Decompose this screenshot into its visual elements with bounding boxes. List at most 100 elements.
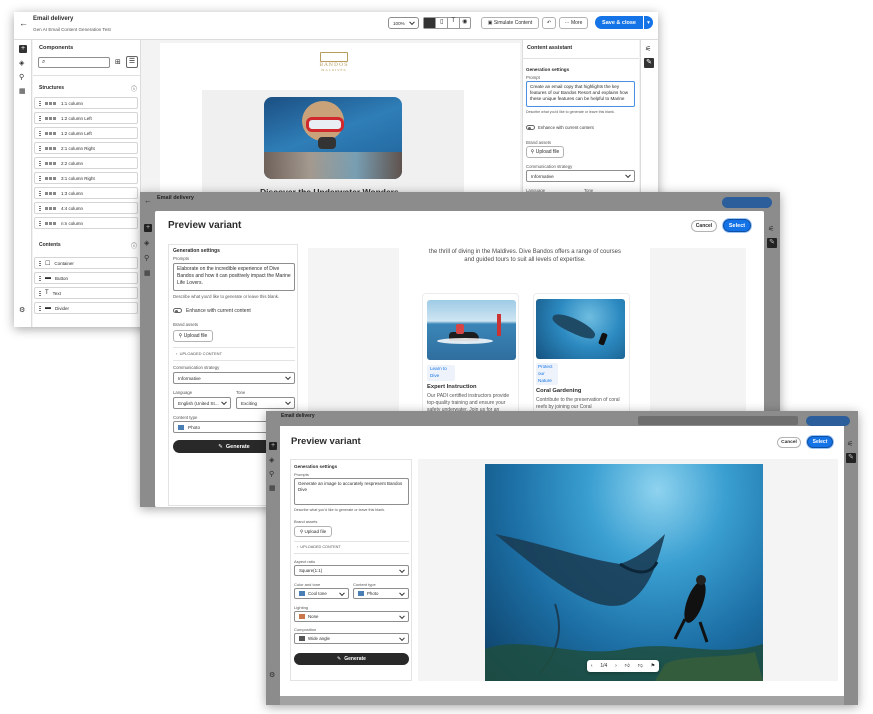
prompt-hint: Describe what you'd like to generate or … [294, 508, 386, 512]
structure-item[interactable]: 2:1 column Right [34, 142, 138, 154]
language-select[interactable]: English (United St... [173, 397, 231, 409]
link-icon[interactable]: ⚲ [19, 73, 27, 81]
content-type-label: Content type [173, 415, 198, 420]
upload-file-button[interactable]: ⚲ Upload file [294, 526, 332, 537]
drag-handle-icon[interactable] [39, 260, 41, 266]
drag-handle-icon[interactable] [39, 305, 41, 311]
grid-view-icon[interactable]: ⊞ [115, 58, 121, 66]
drag-handle-icon[interactable] [39, 115, 41, 121]
jetski-photo[interactable] [427, 300, 516, 360]
select-button[interactable]: Select [807, 436, 833, 448]
content-type-icon: ▬ [45, 305, 51, 311]
zoom-select[interactable]: 100% [388, 17, 419, 29]
content-item[interactable]: T Text [34, 287, 138, 299]
save-close-button[interactable]: Save & close [595, 16, 643, 29]
structure-label: 1:1 column [61, 100, 84, 106]
aspect-ratio-select[interactable]: Square(1:1) [294, 565, 409, 576]
drag-handle-icon[interactable] [39, 275, 41, 281]
enhance-toggle[interactable] [173, 308, 182, 313]
structure-item[interactable]: 1:2 column Left [34, 112, 138, 124]
drag-handle-icon[interactable] [39, 175, 41, 181]
next-icon[interactable]: › [615, 663, 617, 669]
more-button[interactable]: ··· More [559, 17, 588, 29]
prompt-textarea[interactable]: Create an email copy that highlights the… [526, 81, 635, 107]
brand-assets-label: Brand assets [173, 322, 199, 327]
learn-to-dive-link[interactable]: Learn to Dive [427, 365, 455, 381]
content-label: Divider [55, 305, 70, 311]
generated-manta-image[interactable] [485, 464, 763, 681]
communication-strategy-select[interactable]: Informative [173, 372, 295, 384]
drag-handle-icon[interactable] [39, 160, 41, 166]
drag-handle-icon[interactable] [39, 130, 41, 136]
structure-item[interactable]: 2:2 column [34, 157, 138, 169]
contents-info-icon[interactable]: ⓘ [131, 241, 137, 250]
tone-select[interactable]: Exciting [236, 397, 295, 409]
list-view-icon[interactable]: ☰ [126, 56, 138, 68]
structure-item[interactable]: 1:2 column Left [34, 127, 138, 139]
device-toggle-group[interactable]: ▯ T ◉ [423, 17, 471, 29]
structure-item[interactable]: 3:1 column Right [34, 172, 138, 184]
content-item[interactable]: ▬ Button [34, 272, 138, 284]
cancel-button[interactable]: Cancel [777, 437, 801, 448]
layers-icon[interactable]: ◈ [19, 59, 27, 67]
text-view-icon[interactable]: T [446, 18, 459, 28]
flag-icon[interactable]: ⚑ [651, 663, 655, 669]
card-2-title: Coral Gardening [536, 388, 582, 394]
prev-icon[interactable]: ‹ [591, 663, 593, 669]
structures-info-icon[interactable]: ⓘ [131, 84, 137, 93]
composition-label: Composition [294, 627, 317, 632]
drag-handle-icon[interactable] [39, 290, 41, 296]
drag-handle-icon[interactable] [39, 205, 41, 211]
diver-photo[interactable] [264, 97, 402, 179]
filter-icon[interactable]: ⚟ [645, 45, 653, 53]
ai-assistant-icon: ✎ [767, 238, 777, 248]
mobile-icon[interactable]: ▯ [435, 18, 447, 28]
prompt-textarea[interactable]: Elaborate on the incredible experience o… [173, 263, 295, 291]
simulate-content-button[interactable]: ▣ Simulate Content [481, 17, 539, 29]
components-search-input[interactable]: ⌕ [38, 57, 110, 68]
blocks-icon[interactable]: ▦ [19, 87, 27, 95]
thumbs-up-icon[interactable]: 👍︎ [625, 663, 630, 669]
undo-button[interactable]: ↶ [542, 17, 556, 29]
back-arrow-icon[interactable]: ← [19, 18, 28, 28]
eye-icon[interactable]: ◉ [458, 18, 471, 28]
drag-handle-icon[interactable] [39, 220, 41, 226]
contents-title: Contents [39, 242, 61, 248]
ai-assistant-icon[interactable]: ✎ [644, 58, 654, 68]
structures-title: Structures [39, 85, 65, 91]
lighting-select[interactable]: None [294, 611, 409, 622]
protect-nature-link[interactable]: Protect our Nature [536, 363, 558, 385]
drag-handle-icon[interactable] [39, 145, 41, 151]
prompt-textarea[interactable]: Generate an image to accurately resprese… [294, 478, 409, 505]
add-icon[interactable]: + [19, 45, 27, 53]
content-label: Text [52, 290, 61, 296]
upload-file-button[interactable]: ⚲ Upload file [526, 146, 564, 158]
content-type-select[interactable]: Photo [353, 588, 409, 599]
desktop-icon[interactable] [424, 18, 436, 28]
content-item[interactable]: ☐ Container [34, 257, 138, 269]
cancel-button[interactable]: Cancel [691, 220, 717, 232]
thumbs-down-icon[interactable]: 👎︎ [638, 663, 643, 669]
manta-photo[interactable] [536, 299, 625, 359]
lighting-label: Lighting [294, 605, 309, 610]
color-tone-select[interactable]: Cool tone [294, 588, 349, 599]
uploaded-content-toggle[interactable]: › UPLOADED CONTENT [176, 351, 222, 356]
communication-strategy-select[interactable]: Informative [526, 170, 635, 182]
structure-item[interactable]: 1:3 column [34, 187, 138, 199]
content-item[interactable]: ▬ Divider [34, 302, 138, 314]
enhance-toggle[interactable] [526, 125, 535, 130]
drag-handle-icon[interactable] [39, 100, 41, 106]
structure-item[interactable]: n:n column [34, 217, 138, 229]
dimmed-right-rail [844, 426, 858, 705]
enhance-label: Enhance with current content [186, 308, 251, 314]
uploaded-content-toggle[interactable]: › UPLOADED CONTENT [297, 545, 341, 549]
generate-button[interactable]: ✎ Generate [294, 653, 409, 665]
structure-item[interactable]: 4:4 column [34, 202, 138, 214]
settings-icon[interactable]: ⚙ [19, 306, 27, 314]
composition-select[interactable]: Wide angle [294, 633, 409, 644]
structure-item[interactable]: 1:1 column [34, 97, 138, 109]
upload-file-button[interactable]: ⚲ Upload file [173, 330, 213, 342]
drag-handle-icon[interactable] [39, 190, 41, 196]
dimmed-rail [266, 426, 280, 705]
select-button[interactable]: Select [723, 219, 751, 232]
